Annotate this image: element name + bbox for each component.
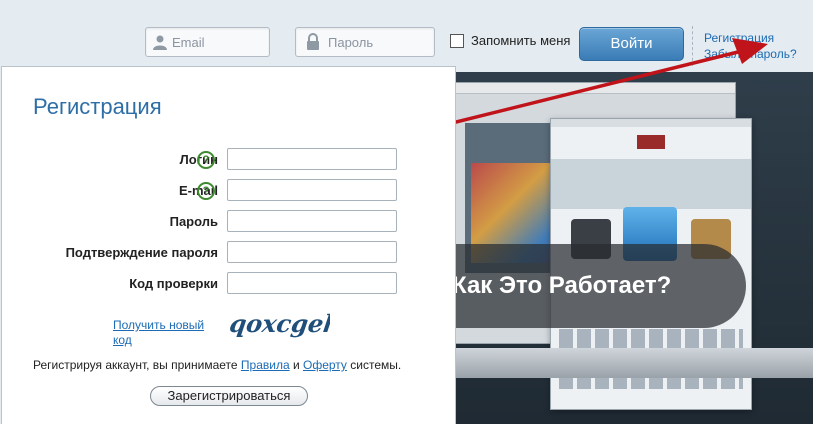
divider [692, 26, 693, 66]
email-field[interactable] [145, 27, 274, 57]
confirm-password-input[interactable] [227, 241, 397, 263]
forgot-password-link[interactable]: Забыли пароль? [704, 46, 797, 62]
password-label: Пароль [169, 214, 218, 229]
remember-me[interactable]: Запомнить меня [450, 33, 570, 48]
captcha-text: qoxcgeh [230, 309, 330, 338]
password-field[interactable] [295, 27, 435, 57]
laptop-base [440, 348, 813, 378]
help-icon[interactable]: ? [197, 182, 215, 200]
register-link[interactable]: Регистрация [704, 30, 797, 46]
confirm-password-row: Подтверждение пароля [2, 241, 457, 265]
offer-link[interactable]: Оферту [303, 358, 347, 372]
new-code-link[interactable]: Получить новый код [113, 318, 223, 348]
banner-text: Как Это Работает? [452, 272, 672, 299]
login-row: Логин ? [2, 148, 457, 172]
password-row: Пароль [2, 210, 457, 234]
captcha-image: qoxcgeh [230, 309, 330, 338]
password-input[interactable] [324, 33, 430, 51]
login-button[interactable]: Войти [579, 27, 684, 61]
registration-panel: Регистрация Логин ? E-mail ? Пароль Подт… [1, 66, 456, 424]
captcha-label: Код проверки [129, 276, 218, 291]
email-input[interactable] [168, 33, 274, 51]
captcha-row: Код проверки [2, 272, 457, 296]
login-input[interactable] [227, 148, 397, 170]
captcha-input[interactable] [227, 272, 397, 294]
how-it-works-banner[interactable]: Как Это Работает? [440, 244, 746, 328]
top-bar: Запомнить меня Войти Регистрация Забыли … [0, 0, 813, 72]
remember-label: Запомнить меня [471, 33, 571, 48]
terms-text: Регистрируя аккаунт, вы принимаете Прави… [33, 358, 402, 372]
confirm-password-label: Подтверждение пароля [65, 245, 218, 260]
email-row: E-mail ? [2, 179, 457, 203]
lock-icon [302, 31, 324, 53]
register-button[interactable]: Зарегистрироваться [150, 386, 308, 406]
remember-checkbox[interactable] [450, 33, 464, 48]
registration-title: Регистрация [33, 94, 162, 119]
user-icon [152, 31, 168, 53]
help-icon[interactable]: ? [197, 151, 215, 169]
reg-password-input[interactable] [227, 210, 397, 232]
auth-links: Регистрация Забыли пароль? [704, 30, 797, 62]
promo-image[interactable]: Как Это Работает? [440, 72, 813, 424]
reg-email-input[interactable] [227, 179, 397, 201]
rules-link[interactable]: Правила [241, 358, 290, 372]
